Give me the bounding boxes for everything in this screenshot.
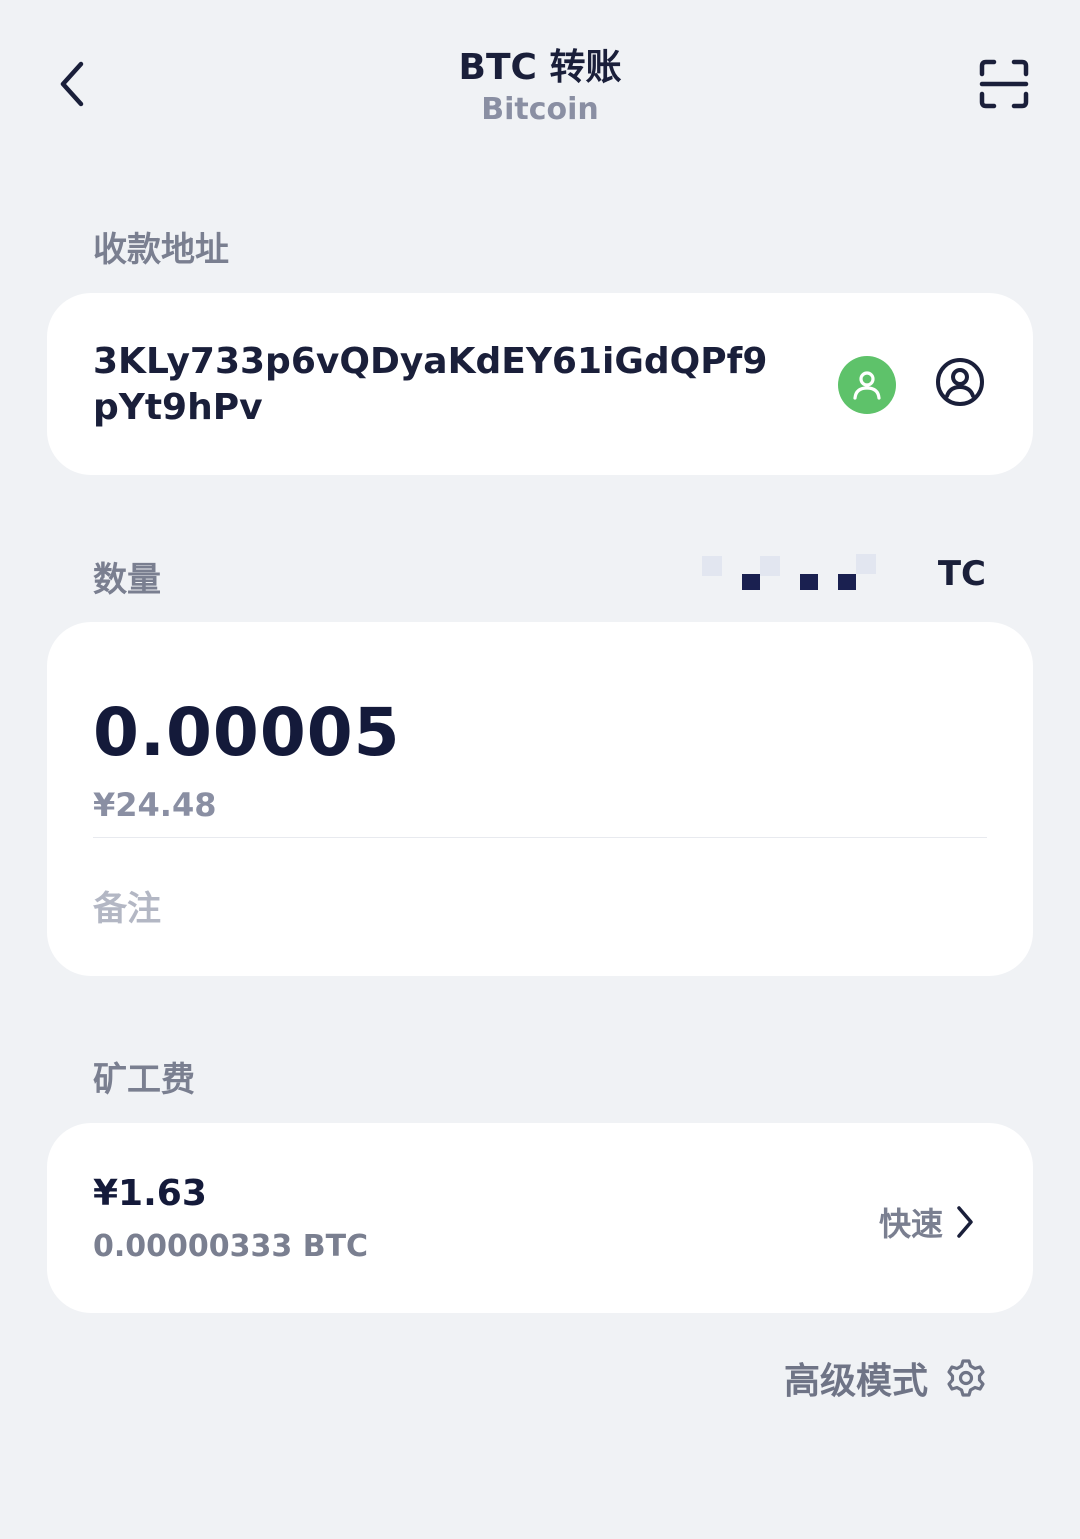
amount-label: 数量: [93, 560, 161, 600]
recipient-address[interactable]: 3KLy733p6vQDyaKdEY61iGdQPf9pYt9hPv: [93, 339, 793, 431]
fee-selector[interactable]: ¥1.63 0.00000333 BTC 快速: [47, 1123, 1033, 1313]
amount-input[interactable]: 0.00005: [93, 694, 401, 771]
advanced-mode-button[interactable]: 高级模式: [784, 1352, 986, 1404]
balance-unit: TC: [937, 554, 986, 594]
gear-icon: [947, 1359, 985, 1397]
contact-icon: [853, 371, 881, 400]
page-subtitle: Bitcoin: [481, 92, 599, 127]
address-card: 3KLy733p6vQDyaKdEY61iGdQPf9pYt9hPv: [47, 293, 1033, 475]
fee-speed[interactable]: 快速: [879, 1199, 975, 1245]
scan-icon: [979, 59, 1029, 109]
fee-fiat-value: ¥1.63: [93, 1173, 207, 1214]
address-label: 收款地址: [93, 230, 229, 270]
contact-book-button[interactable]: [838, 356, 896, 414]
fee-speed-label: 快速: [878, 1205, 943, 1243]
memo-input[interactable]: [93, 884, 973, 934]
redacted-balance: [701, 552, 932, 596]
amount-fiat-value: ¥24.48: [93, 786, 217, 824]
fee-label: 矿工费: [93, 1060, 195, 1100]
page-title: BTC 转账: [458, 47, 622, 88]
advanced-mode-label: 高级模式: [783, 1361, 928, 1402]
transfer-page: BTC 转账 Bitcoin 收款地址 3KLy733p6vQDyaKdEY61…: [0, 0, 1080, 1539]
scan-button[interactable]: [974, 56, 1034, 112]
chevron-right-icon: [957, 1206, 973, 1238]
divider: [93, 837, 987, 838]
fee-btc-value: 0.00000333 BTC: [93, 1229, 369, 1264]
amount-card: 0.00005 ¥24.48: [47, 622, 1033, 976]
my-accounts-button[interactable]: [934, 356, 986, 408]
available-balance[interactable]: TC: [701, 552, 986, 596]
account-circle-icon: [936, 358, 984, 406]
